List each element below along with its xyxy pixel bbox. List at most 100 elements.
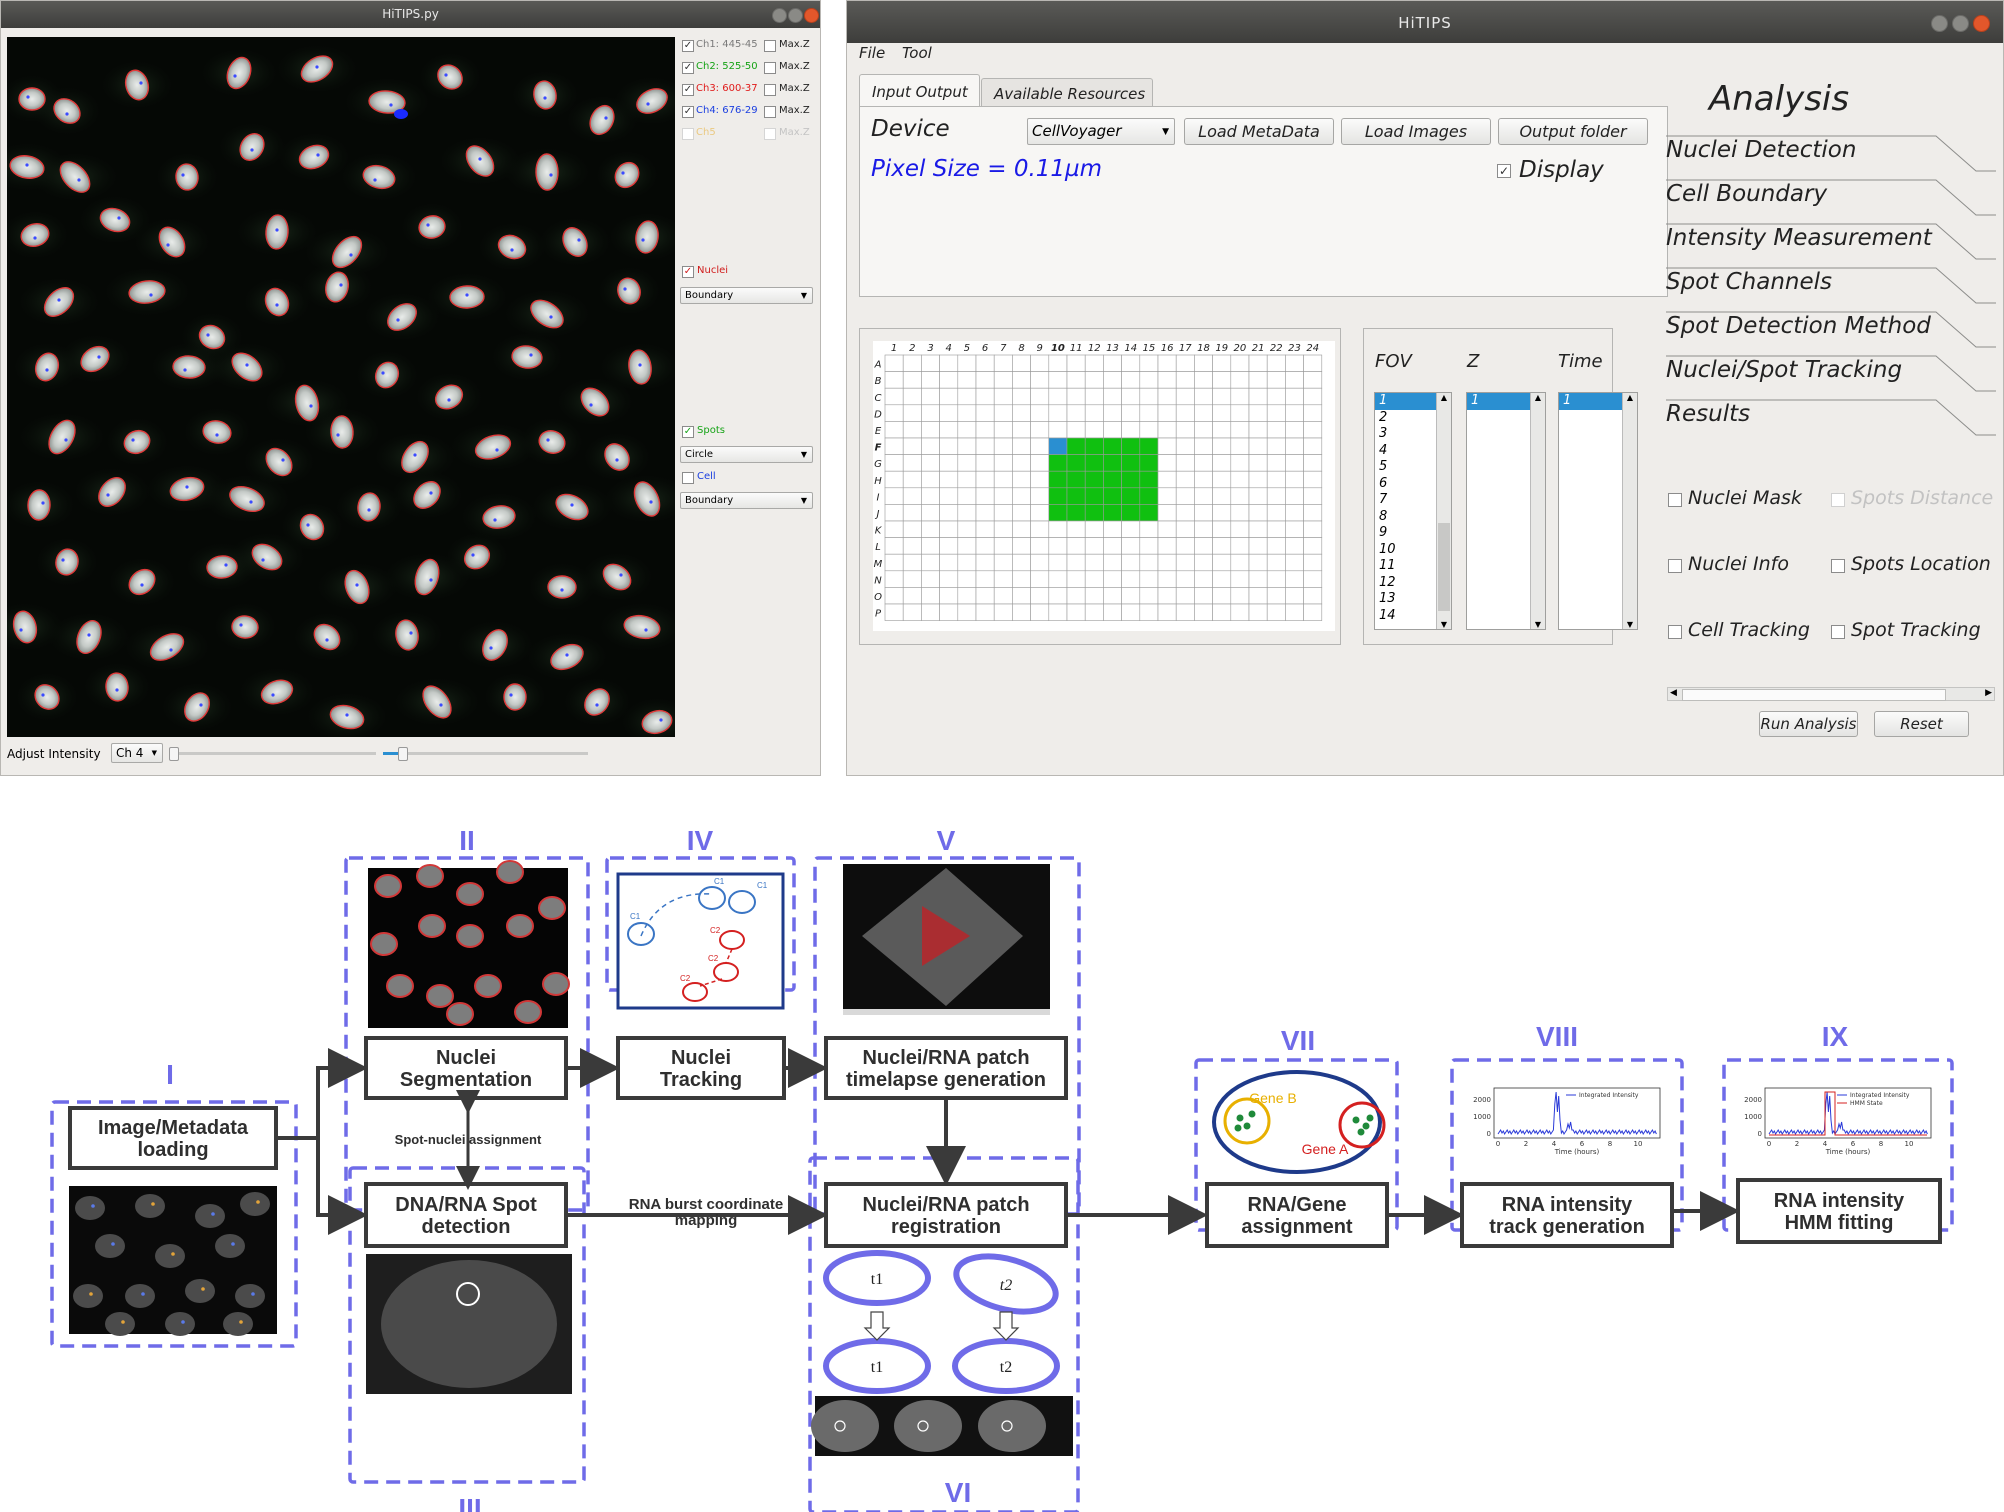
plate-well[interactable] <box>1175 603 1195 621</box>
plate-well[interactable] <box>957 570 977 588</box>
plate-well[interactable] <box>1285 587 1304 605</box>
plate-well[interactable] <box>902 587 922 605</box>
time-list[interactable]: 1 ▲ ▼ <box>1558 392 1638 630</box>
run-analysis-button[interactable]: Run Analysis <box>1759 711 1858 737</box>
result-checkbox[interactable] <box>1831 625 1845 639</box>
analysis-item[interactable]: Nuclei/Spot Tracking <box>1666 355 1996 395</box>
close-icon[interactable] <box>1973 15 1990 32</box>
plate-well[interactable] <box>1303 603 1323 621</box>
plate-well[interactable] <box>1121 371 1141 389</box>
plate-well[interactable] <box>921 454 940 472</box>
plate-well[interactable] <box>1175 421 1195 439</box>
plate-well[interactable] <box>1194 354 1213 372</box>
plate-well[interactable] <box>1012 487 1031 505</box>
plate-well[interactable] <box>993 454 1013 472</box>
plate-well[interactable] <box>884 487 904 505</box>
scroll-thumb[interactable] <box>1438 523 1450 611</box>
plate-well[interactable] <box>921 570 940 588</box>
plate-well[interactable] <box>1121 470 1141 489</box>
nuclei-mode-select[interactable]: Boundary ▼ <box>680 287 813 304</box>
plate-well[interactable] <box>1266 603 1286 621</box>
plate-well[interactable] <box>1084 437 1104 455</box>
plate-well[interactable] <box>902 553 922 572</box>
scrollbar[interactable]: ▲ ▼ <box>1436 393 1451 629</box>
minimize-icon[interactable] <box>772 8 787 23</box>
plate-well[interactable] <box>902 404 922 422</box>
plate-well[interactable] <box>1084 587 1104 605</box>
plate-well[interactable] <box>1194 404 1213 422</box>
plate-well[interactable] <box>1048 470 1068 489</box>
plate-well[interactable] <box>957 587 977 605</box>
plate-well[interactable] <box>921 404 940 422</box>
plate-well[interactable] <box>1212 470 1232 489</box>
plate-well[interactable] <box>1030 537 1050 555</box>
plate-well[interactable] <box>1048 520 1068 538</box>
plate-well[interactable] <box>1048 387 1068 406</box>
plate-well[interactable] <box>884 553 904 572</box>
plate-well[interactable] <box>884 421 904 439</box>
plate-well[interactable] <box>975 570 995 588</box>
plate-well[interactable] <box>884 520 904 538</box>
plate-well[interactable] <box>1230 421 1250 439</box>
plate-well[interactable] <box>1066 487 1086 505</box>
plate-well[interactable] <box>1048 504 1068 522</box>
plate-well[interactable] <box>939 603 959 621</box>
plate-well[interactable] <box>1212 454 1232 472</box>
plate-well[interactable] <box>975 470 995 489</box>
plate-well[interactable] <box>1012 354 1031 372</box>
plate-well[interactable] <box>1212 437 1232 455</box>
plate-well[interactable] <box>957 553 977 572</box>
scroll-up-icon[interactable]: ▲ <box>1531 393 1545 402</box>
plate-well[interactable] <box>1048 354 1068 372</box>
plate-well[interactable] <box>1175 454 1195 472</box>
plate-well[interactable] <box>1248 520 1268 538</box>
plate-well[interactable] <box>1248 504 1268 522</box>
plate-well[interactable] <box>1030 371 1050 389</box>
plate-well[interactable] <box>1230 570 1250 588</box>
plate-well[interactable] <box>1103 553 1122 572</box>
plate-well[interactable] <box>1248 487 1268 505</box>
plate-well[interactable] <box>1139 504 1159 522</box>
plate-well[interactable] <box>1139 470 1159 489</box>
plate-well[interactable] <box>902 454 922 472</box>
plate-well[interactable] <box>1285 404 1304 422</box>
plate-well[interactable] <box>1012 570 1031 588</box>
plate-well[interactable] <box>1157 553 1177 572</box>
plate-well[interactable] <box>993 520 1013 538</box>
plate-well[interactable] <box>1230 470 1250 489</box>
plate-well[interactable] <box>939 470 959 489</box>
plate-well[interactable] <box>902 504 922 522</box>
plate-well[interactable] <box>921 603 940 621</box>
plate-well[interactable] <box>975 404 995 422</box>
plate-well[interactable] <box>1084 404 1104 422</box>
plate-well[interactable] <box>1212 520 1232 538</box>
maxz-checkbox[interactable] <box>764 128 776 140</box>
plate-well[interactable] <box>957 470 977 489</box>
channel-checkbox[interactable] <box>682 128 694 140</box>
plate-well[interactable] <box>1084 354 1104 372</box>
scroll-down-icon[interactable]: ▼ <box>1623 620 1637 629</box>
plate-well[interactable] <box>1121 437 1141 455</box>
plate-well[interactable] <box>1012 421 1031 439</box>
plate-well[interactable] <box>1121 603 1141 621</box>
plate-well[interactable] <box>1012 404 1031 422</box>
plate-well[interactable] <box>1212 587 1232 605</box>
plate-well[interactable] <box>975 504 995 522</box>
plate-well[interactable] <box>993 504 1013 522</box>
plate-well[interactable] <box>1212 487 1232 505</box>
plate-well[interactable] <box>975 553 995 572</box>
channel-checkbox[interactable]: ✓ <box>682 40 694 52</box>
plate-well[interactable] <box>1012 387 1031 406</box>
reset-button[interactable]: Reset <box>1874 711 1969 737</box>
plate-well[interactable] <box>1230 537 1250 555</box>
plate-well[interactable] <box>1230 454 1250 472</box>
plate-well[interactable] <box>1030 504 1050 522</box>
plate-well[interactable] <box>957 387 977 406</box>
plate-well[interactable] <box>1285 603 1304 621</box>
plate-well[interactable] <box>1121 454 1141 472</box>
plate-well[interactable] <box>1194 537 1213 555</box>
plate-well[interactable] <box>1175 404 1195 422</box>
plate-well[interactable] <box>939 371 959 389</box>
plate-well[interactable] <box>1084 603 1104 621</box>
plate-well[interactable] <box>1103 421 1122 439</box>
